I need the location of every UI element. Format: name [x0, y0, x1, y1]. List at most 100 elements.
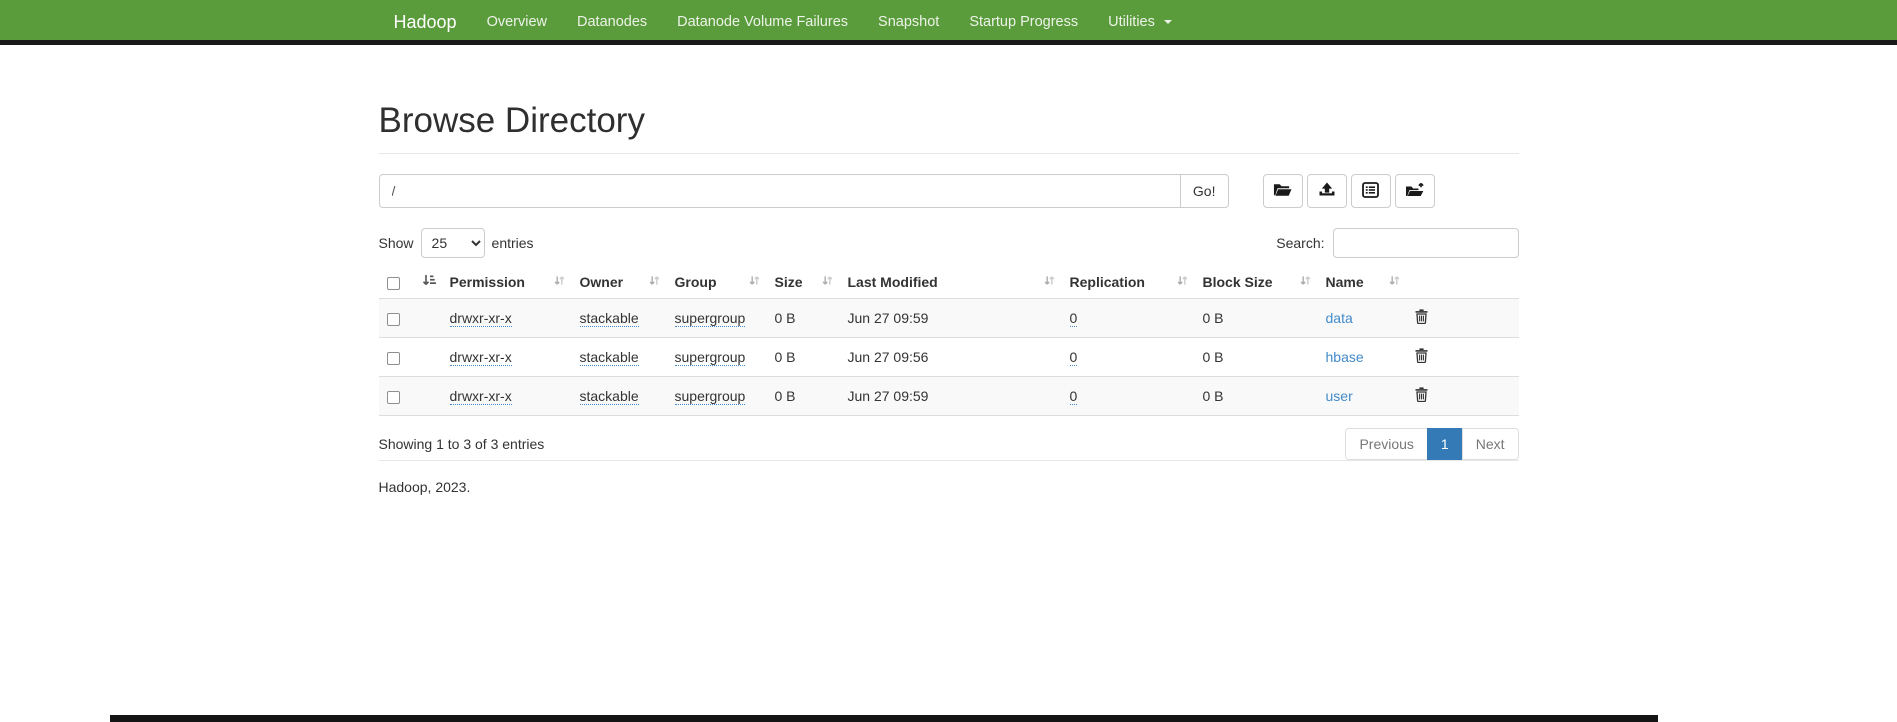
- owner-editable[interactable]: stackable: [580, 388, 639, 405]
- owner-editable[interactable]: stackable: [580, 349, 639, 366]
- nav-item-startup-progress[interactable]: Startup Progress: [954, 0, 1093, 45]
- sort-both-icon: [1176, 274, 1189, 290]
- owner-editable[interactable]: stackable: [580, 310, 639, 327]
- search-input[interactable]: [1333, 228, 1519, 258]
- list-alt-icon: [1362, 182, 1379, 201]
- directory-link[interactable]: hbase: [1326, 349, 1364, 365]
- size-value: 0 B: [775, 349, 796, 365]
- last-modified-value: Jun 27 09:59: [848, 310, 929, 326]
- last-modified-value: Jun 27 09:59: [848, 388, 929, 404]
- size-value: 0 B: [775, 388, 796, 404]
- header-replication[interactable]: Replication: [1062, 266, 1195, 299]
- sort-both-icon: [553, 274, 566, 290]
- header-permission[interactable]: Permission: [442, 266, 572, 299]
- table-row: drwxr-xr-x stackable supergroup 0 B Jun …: [379, 377, 1519, 416]
- sort-both-icon: [1388, 274, 1401, 290]
- search-control: Search:: [1276, 228, 1518, 258]
- row-checkbox[interactable]: [387, 352, 400, 365]
- row-checkbox[interactable]: [387, 313, 400, 326]
- create-directory-button[interactable]: [1263, 174, 1303, 208]
- header-owner[interactable]: Owner: [572, 266, 667, 299]
- entries-label: entries: [492, 235, 534, 251]
- trash-icon: [1415, 390, 1428, 405]
- permission-editable[interactable]: drwxr-xr-x: [450, 349, 512, 366]
- replication-editable[interactable]: 0: [1070, 388, 1078, 405]
- select-all-checkbox[interactable]: [387, 277, 400, 290]
- replication-editable[interactable]: 0: [1070, 349, 1078, 366]
- show-label: Show: [379, 235, 414, 251]
- list-alt-button[interactable]: [1351, 174, 1391, 208]
- block-size-value: 0 B: [1203, 388, 1224, 404]
- table-controls: Show 25 entries Search:: [379, 228, 1519, 258]
- select-all-header[interactable]: [379, 266, 442, 299]
- header-block-size[interactable]: Block Size: [1195, 266, 1318, 299]
- trash-icon: [1415, 312, 1428, 327]
- row-checkbox[interactable]: [387, 391, 400, 404]
- nav-item-overview[interactable]: Overview: [472, 0, 562, 45]
- header-actions: [1407, 266, 1519, 299]
- go-button[interactable]: Go!: [1180, 174, 1229, 208]
- group-editable[interactable]: supergroup: [675, 310, 746, 327]
- navbar: Hadoop Overview Datanodes Datanode Volum…: [0, 0, 1897, 45]
- block-size-value: 0 B: [1203, 349, 1224, 365]
- delete-button[interactable]: [1415, 348, 1428, 363]
- footer-text: Hadoop, 2023.: [379, 479, 1519, 495]
- size-value: 0 B: [775, 310, 796, 326]
- last-modified-value: Jun 27 09:56: [848, 349, 929, 365]
- delete-button[interactable]: [1415, 387, 1428, 402]
- nav-item-datanodes[interactable]: Datanodes: [562, 0, 662, 45]
- upload-icon: [1318, 182, 1336, 201]
- folder-transfer-icon: [1405, 182, 1425, 201]
- table-header-row: Permission Owner Group Size Last Modifie…: [379, 266, 1519, 299]
- nav-item-datanode-volume-failures[interactable]: Datanode Volume Failures: [662, 0, 863, 45]
- upload-files-button[interactable]: [1307, 174, 1347, 208]
- directory-table: Permission Owner Group Size Last Modifie…: [379, 266, 1519, 416]
- trash-icon: [1415, 351, 1428, 366]
- nav-item-utilities-label: Utilities: [1108, 14, 1155, 30]
- replication-editable[interactable]: 0: [1070, 310, 1078, 327]
- permission-editable[interactable]: drwxr-xr-x: [450, 310, 512, 327]
- header-name[interactable]: Name: [1318, 266, 1407, 299]
- sort-both-icon: [821, 274, 834, 290]
- caret-down-icon: [1164, 20, 1172, 24]
- group-editable[interactable]: supergroup: [675, 349, 746, 366]
- block-size-value: 0 B: [1203, 310, 1224, 326]
- page-length-control: Show 25 entries: [379, 228, 534, 258]
- explorer-toolbar: [1259, 174, 1435, 208]
- header-size[interactable]: Size: [767, 266, 840, 299]
- directory-path-input[interactable]: [379, 174, 1180, 208]
- title-divider: [379, 153, 1519, 154]
- sort-both-icon: [1043, 274, 1056, 290]
- group-editable[interactable]: supergroup: [675, 388, 746, 405]
- navbar-menu: Overview Datanodes Datanode Volume Failu…: [472, 0, 1187, 45]
- entries-info: Showing 1 to 3 of 3 entries: [379, 436, 545, 452]
- brand-hadoop[interactable]: Hadoop: [379, 0, 472, 45]
- pagination: Previous 1 Next: [1345, 428, 1518, 460]
- sort-both-icon: [648, 274, 661, 290]
- sort-descending-icon: [422, 274, 436, 291]
- nav-item-snapshot[interactable]: Snapshot: [863, 0, 954, 45]
- main-content: Browse Directory Go!: [364, 101, 1534, 495]
- bottom-dark-strip: [110, 715, 1658, 722]
- pagination-previous[interactable]: Previous: [1345, 428, 1427, 460]
- path-bar: Go!: [379, 174, 1519, 208]
- table-row: drwxr-xr-x stackable supergroup 0 B Jun …: [379, 299, 1519, 338]
- path-input-group: Go!: [379, 174, 1229, 208]
- page-size-select[interactable]: 25: [421, 228, 485, 258]
- table-footer: Showing 1 to 3 of 3 entries Previous 1 N…: [379, 428, 1519, 460]
- nav-item-utilities[interactable]: Utilities: [1093, 0, 1187, 45]
- permission-editable[interactable]: drwxr-xr-x: [450, 388, 512, 405]
- pagination-next[interactable]: Next: [1463, 428, 1519, 460]
- delete-button[interactable]: [1415, 309, 1428, 324]
- header-group[interactable]: Group: [667, 266, 767, 299]
- directory-link[interactable]: user: [1326, 388, 1353, 404]
- pagination-page-1[interactable]: 1: [1428, 428, 1463, 460]
- sort-both-icon: [1299, 274, 1312, 290]
- page-title: Browse Directory: [379, 101, 1519, 141]
- search-label: Search:: [1276, 235, 1324, 251]
- footer-divider: [379, 460, 1519, 461]
- directory-link[interactable]: data: [1326, 310, 1353, 326]
- folder-transfer-button[interactable]: [1395, 174, 1435, 208]
- table-row: drwxr-xr-x stackable supergroup 0 B Jun …: [379, 338, 1519, 377]
- header-last-modified[interactable]: Last Modified: [840, 266, 1062, 299]
